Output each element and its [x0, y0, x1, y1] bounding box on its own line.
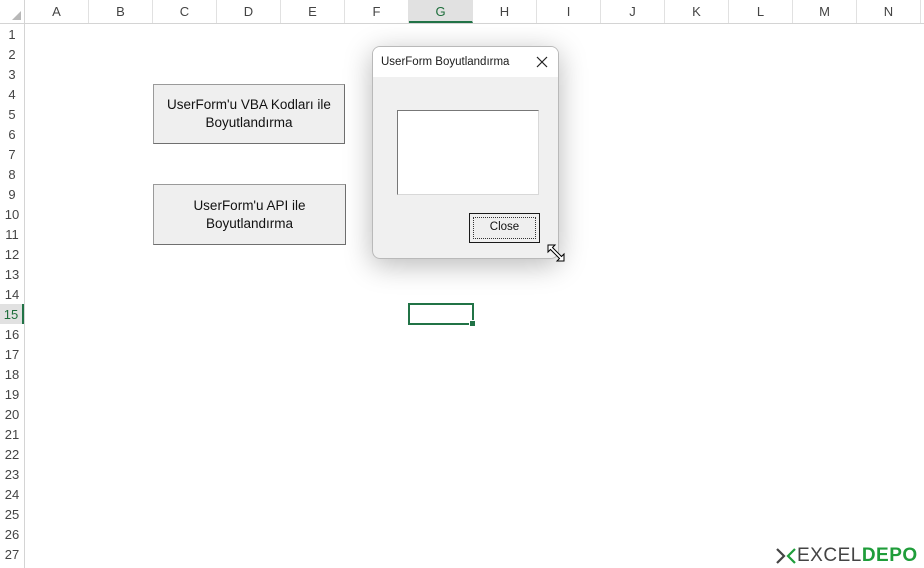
- api-resize-button[interactable]: UserForm'u API ile Boyutlandırma: [153, 184, 346, 245]
- row-header[interactable]: 19: [0, 384, 24, 404]
- column-header[interactable]: L: [729, 0, 793, 23]
- logo-mark-icon: [776, 548, 796, 564]
- row-header[interactable]: 16: [0, 324, 24, 344]
- userform-dialog[interactable]: UserForm Boyutlandırma Close: [372, 46, 559, 259]
- resize-cursor-icon: [547, 244, 565, 262]
- row-header[interactable]: 23: [0, 464, 24, 484]
- row-header[interactable]: 7: [0, 144, 24, 164]
- select-all-corner[interactable]: [0, 0, 25, 24]
- vba-resize-button[interactable]: UserForm'u VBA Kodları ile Boyutlandırma: [153, 84, 345, 144]
- column-header[interactable]: E: [281, 0, 345, 23]
- row-header[interactable]: 8: [0, 164, 24, 184]
- excel-depo-logo: EXCEL DEPO: [775, 544, 918, 568]
- row-header[interactable]: 26: [0, 524, 24, 544]
- api-button-line1: UserForm'u API ile: [193, 197, 306, 213]
- row-header[interactable]: 17: [0, 344, 24, 364]
- row-header[interactable]: 25: [0, 504, 24, 524]
- column-header[interactable]: I: [537, 0, 601, 23]
- logo-excel-text: EXCEL: [797, 545, 862, 566]
- row-header[interactable]: 24: [0, 484, 24, 504]
- column-header[interactable]: F: [345, 0, 409, 23]
- column-header[interactable]: H: [473, 0, 537, 23]
- column-header[interactable]: K: [665, 0, 729, 23]
- column-header[interactable]: C: [153, 0, 217, 23]
- select-all-triangle-icon: [12, 11, 21, 20]
- row-headers: 1 2 3 4 5 6 7 8 9 10 11 12 13 14 15 16 17 18 19 20 21 22 23 24 2…: [0, 24, 25, 568]
- row-header[interactable]: 20: [0, 404, 24, 424]
- close-button[interactable]: Close: [469, 213, 540, 243]
- row-header[interactable]: 10: [0, 204, 24, 224]
- row-header[interactable]: 21: [0, 424, 24, 444]
- row-header[interactable]: 12: [0, 244, 24, 264]
- vba-button-line1: UserForm'u VBA Kodları ile: [167, 97, 331, 112]
- column-header[interactable]: J: [601, 0, 665, 23]
- column-headers: ABCDEFGHIJKLMN: [25, 0, 924, 24]
- row-header[interactable]: 15: [0, 304, 24, 324]
- row-header[interactable]: 9: [0, 184, 24, 204]
- column-header[interactable]: G: [409, 0, 473, 23]
- row-header[interactable]: 14: [0, 284, 24, 304]
- column-header[interactable]: B: [89, 0, 153, 23]
- row-header[interactable]: 2: [0, 44, 24, 64]
- column-header[interactable]: A: [25, 0, 89, 23]
- column-header[interactable]: D: [217, 0, 281, 23]
- row-header[interactable]: 11: [0, 224, 24, 244]
- active-cell-g15[interactable]: [408, 303, 476, 327]
- row-header[interactable]: 6: [0, 124, 24, 144]
- api-button-line2: Boyutlandırma: [205, 215, 294, 231]
- logo-depo-text: DEPO: [861, 545, 918, 566]
- row-header[interactable]: 1: [0, 24, 24, 44]
- dialog-textbox[interactable]: [397, 110, 539, 195]
- dialog-titlebar[interactable]: UserForm Boyutlandırma: [373, 47, 558, 77]
- fill-handle[interactable]: [469, 320, 476, 327]
- focus-rectangle: [473, 217, 536, 239]
- close-icon[interactable]: [534, 54, 550, 70]
- row-header[interactable]: 18: [0, 364, 24, 384]
- row-header[interactable]: 13: [0, 264, 24, 284]
- column-header[interactable]: M: [793, 0, 857, 23]
- vba-button-line2: Boyutlandırma: [205, 115, 293, 130]
- row-header[interactable]: 5: [0, 104, 24, 124]
- row-header[interactable]: 27: [0, 544, 24, 564]
- column-header[interactable]: N: [857, 0, 921, 23]
- row-header[interactable]: 4: [0, 84, 24, 104]
- dialog-title: UserForm Boyutlandırma: [381, 56, 510, 68]
- row-header[interactable]: 3: [0, 64, 24, 84]
- row-header[interactable]: 22: [0, 444, 24, 464]
